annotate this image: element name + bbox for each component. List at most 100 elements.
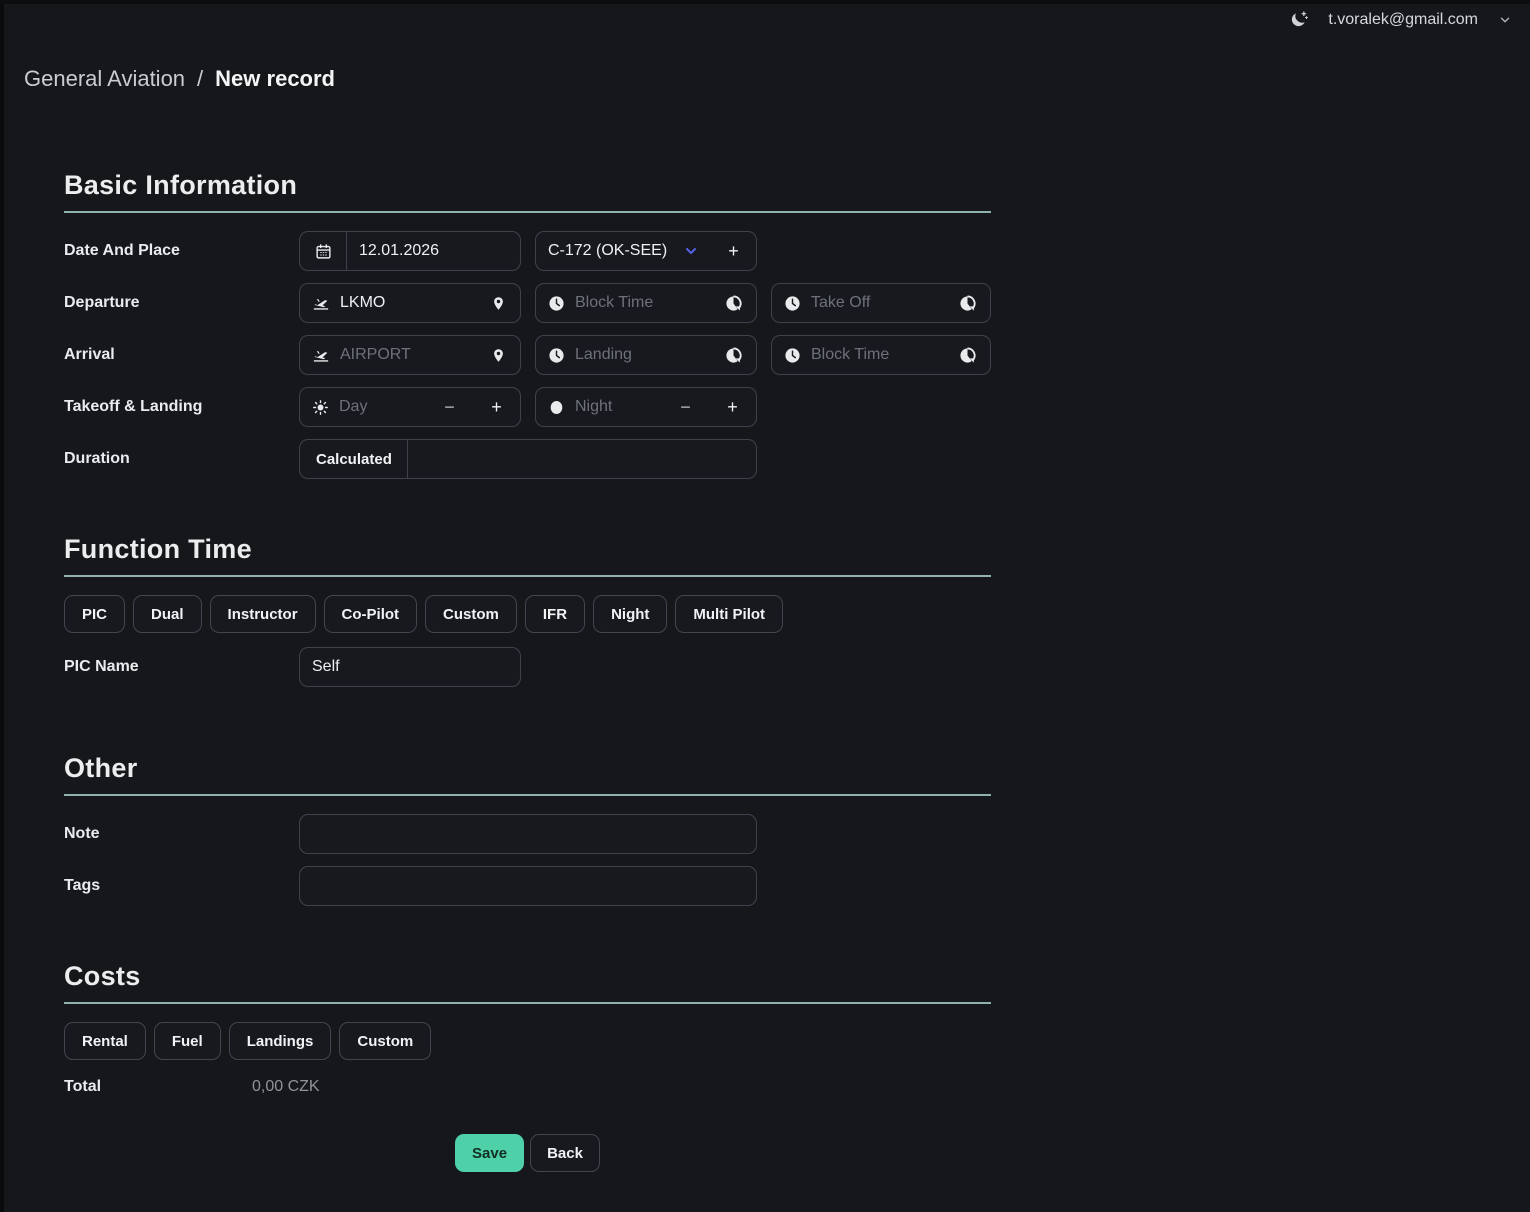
day-increment-button[interactable]: + xyxy=(473,388,520,426)
breadcrumb-separator: / xyxy=(197,66,203,92)
function-time-button-multi-pilot[interactable]: Multi Pilot xyxy=(675,595,783,633)
duration-field xyxy=(407,440,756,478)
function-time-button-custom[interactable]: Custom xyxy=(425,595,517,633)
save-button[interactable]: Save xyxy=(455,1134,524,1172)
topbar: t.voralek@gmail.com xyxy=(1288,10,1512,30)
calendar-button[interactable] xyxy=(300,232,346,270)
pic-name-field xyxy=(300,648,520,686)
departure-take-off-now-button[interactable] xyxy=(945,284,990,322)
departure-block-time-now-button[interactable] xyxy=(711,284,756,322)
row-pic-name: PIC Name xyxy=(64,647,991,687)
departure-locate-button[interactable] xyxy=(476,284,520,322)
arrival-airport-input[interactable] xyxy=(340,346,464,364)
section-title-costs: Costs xyxy=(64,961,991,992)
minus-icon: − xyxy=(680,397,691,418)
departure-block-time-group xyxy=(535,283,757,323)
day-field xyxy=(300,388,426,426)
section-basic-information: Basic Information Date And Place xyxy=(64,170,991,479)
function-time-button-co-pilot[interactable]: Co-Pilot xyxy=(324,595,418,633)
tags-input[interactable] xyxy=(312,877,744,895)
tags-label: Tags xyxy=(64,877,299,895)
tags-group xyxy=(299,866,757,906)
function-time-button-pic[interactable]: PIC xyxy=(64,595,125,633)
row-total: Total 0,00 CZK xyxy=(64,1078,991,1096)
window-left-edge xyxy=(0,0,4,1212)
moon-stars-icon xyxy=(1288,10,1308,30)
row-duration: Duration Calculated xyxy=(64,439,991,479)
duration-label: Duration xyxy=(64,450,299,468)
location-pin-icon xyxy=(491,347,506,364)
back-button[interactable]: Back xyxy=(530,1134,600,1172)
arrival-landing-field xyxy=(536,336,711,374)
clock-icon xyxy=(548,295,565,312)
arrival-label: Arrival xyxy=(64,346,299,364)
row-date-and-place: Date And Place xyxy=(64,231,991,271)
night-field xyxy=(536,388,662,426)
night-decrement-button[interactable]: − xyxy=(662,388,709,426)
section-title-other: Other xyxy=(64,753,991,784)
note-label: Note xyxy=(64,825,299,843)
date-input[interactable] xyxy=(359,242,508,260)
clock-icon xyxy=(548,347,565,364)
arrival-block-time-now-button[interactable] xyxy=(945,336,990,374)
aircraft-select[interactable]: C-172 (OK-SEE) xyxy=(536,232,711,270)
sun-icon xyxy=(312,399,329,416)
window-top-edge xyxy=(0,0,1530,4)
note-input[interactable] xyxy=(312,825,744,843)
chevron-down-icon xyxy=(683,243,699,259)
departure-airport-group xyxy=(299,283,521,323)
costs-button-rental[interactable]: Rental xyxy=(64,1022,146,1060)
section-title-function-time: Function Time xyxy=(64,534,991,565)
clock-icon xyxy=(784,347,801,364)
departure-take-off-input[interactable] xyxy=(811,294,933,312)
clock-set-icon xyxy=(959,295,976,312)
row-note: Note xyxy=(64,814,991,854)
theme-toggle-button[interactable] xyxy=(1288,10,1308,30)
costs-button-fuel[interactable]: Fuel xyxy=(154,1022,221,1060)
departure-airport-input[interactable] xyxy=(340,294,464,312)
costs-button-landings[interactable]: Landings xyxy=(229,1022,332,1060)
pic-name-input[interactable] xyxy=(312,658,508,676)
arrival-block-time-input[interactable] xyxy=(811,346,933,364)
section-rule xyxy=(64,211,991,213)
breadcrumb-general-aviation[interactable]: General Aviation xyxy=(24,66,185,92)
duration-input[interactable] xyxy=(420,450,744,468)
note-group xyxy=(299,814,757,854)
pic-name-group xyxy=(299,647,521,687)
note-field xyxy=(300,815,756,853)
location-pin-icon xyxy=(491,295,506,312)
function-time-button-instructor[interactable]: Instructor xyxy=(210,595,316,633)
arrival-landing-input[interactable] xyxy=(575,346,699,364)
day-decrement-button[interactable]: − xyxy=(426,388,473,426)
day-count-input[interactable] xyxy=(339,398,414,416)
clock-set-icon xyxy=(725,347,742,364)
night-increment-button[interactable]: + xyxy=(709,388,756,426)
row-arrival: Arrival xyxy=(64,335,991,375)
account-email[interactable]: t.voralek@gmail.com xyxy=(1328,11,1478,29)
night-count-input[interactable] xyxy=(575,398,650,416)
function-time-button-dual[interactable]: Dual xyxy=(133,595,202,633)
arrival-locate-button[interactable] xyxy=(476,336,520,374)
pic-name-label: PIC Name xyxy=(64,658,299,676)
costs-buttons: Rental Fuel Landings Custom xyxy=(64,1022,991,1060)
function-time-button-night[interactable]: Night xyxy=(593,595,667,633)
clock-icon xyxy=(784,295,801,312)
moon-icon xyxy=(548,399,565,416)
add-aircraft-button[interactable]: + xyxy=(711,232,756,270)
account-menu-button[interactable] xyxy=(1498,13,1512,27)
function-time-button-ifr[interactable]: IFR xyxy=(525,595,585,633)
costs-button-custom[interactable]: Custom xyxy=(339,1022,431,1060)
night-counter-group: − + xyxy=(535,387,757,427)
arrival-airport-group xyxy=(299,335,521,375)
departure-block-time-input[interactable] xyxy=(575,294,699,312)
date-field-wrap xyxy=(346,232,520,270)
arrival-landing-now-button[interactable] xyxy=(711,336,756,374)
clock-set-icon xyxy=(959,347,976,364)
departure-block-time-field xyxy=(536,284,711,322)
date-and-place-label: Date And Place xyxy=(64,242,299,260)
arrival-block-time-field xyxy=(772,336,945,374)
aircraft-selected-value: C-172 (OK-SEE) xyxy=(548,242,667,260)
arrival-landing-group xyxy=(535,335,757,375)
plus-icon: + xyxy=(727,397,738,418)
page-title: New record xyxy=(215,66,335,92)
